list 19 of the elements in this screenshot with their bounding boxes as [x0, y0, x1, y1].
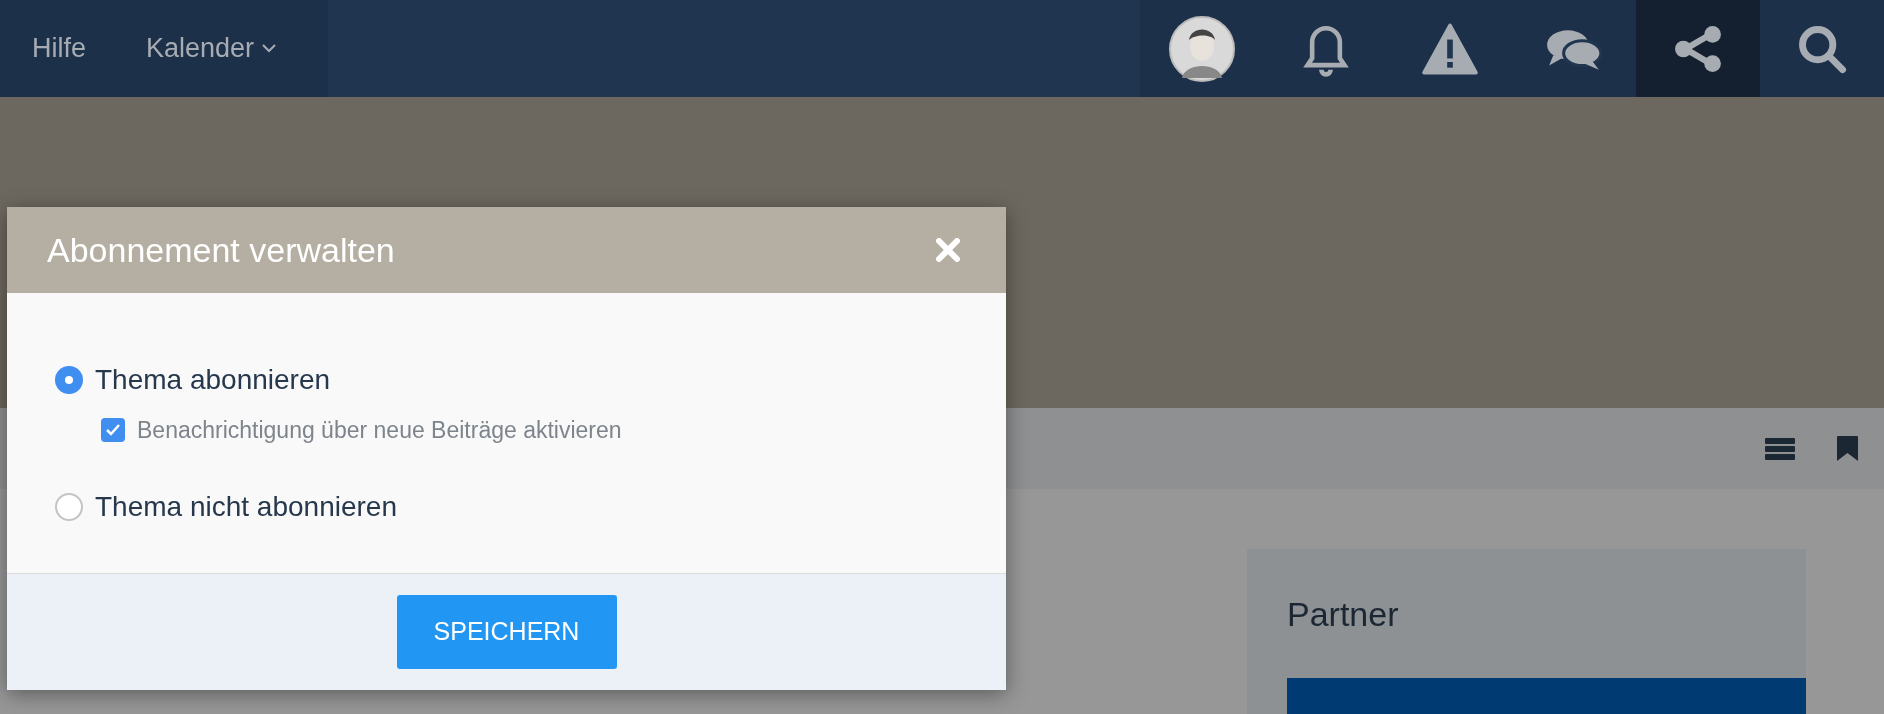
nav-dropdown[interactable]: Kalender [146, 28, 277, 69]
dialog-title: Abonnement verwalten [47, 229, 395, 271]
nav-icon-button[interactable] [1636, 0, 1760, 97]
card-title: Partner [1287, 594, 1400, 635]
radio-button[interactable] [55, 366, 83, 394]
nav-link[interactable]: Hilfe [32, 28, 86, 69]
share-icon[interactable] [1673, 25, 1723, 72]
avatar-icon[interactable] [1169, 15, 1235, 82]
radio-option[interactable]: Thema abonnieren [55, 359, 1006, 401]
checkbox-option[interactable]: Benachrichtigung über neue Beiträge aktivieren [55, 413, 1006, 448]
check-icon [105, 423, 121, 438]
save-button[interactable]: SPEICHERN [396, 595, 617, 669]
radio-option[interactable]: Thema nicht abonnieren [55, 485, 1006, 528]
bookmark-icon[interactable] [1837, 436, 1858, 461]
radio-button[interactable] [55, 492, 83, 521]
list-icon[interactable] [1765, 437, 1795, 460]
chevron-icon [262, 44, 277, 53]
checkbox[interactable] [101, 418, 125, 443]
warning-icon[interactable] [1421, 22, 1479, 75]
